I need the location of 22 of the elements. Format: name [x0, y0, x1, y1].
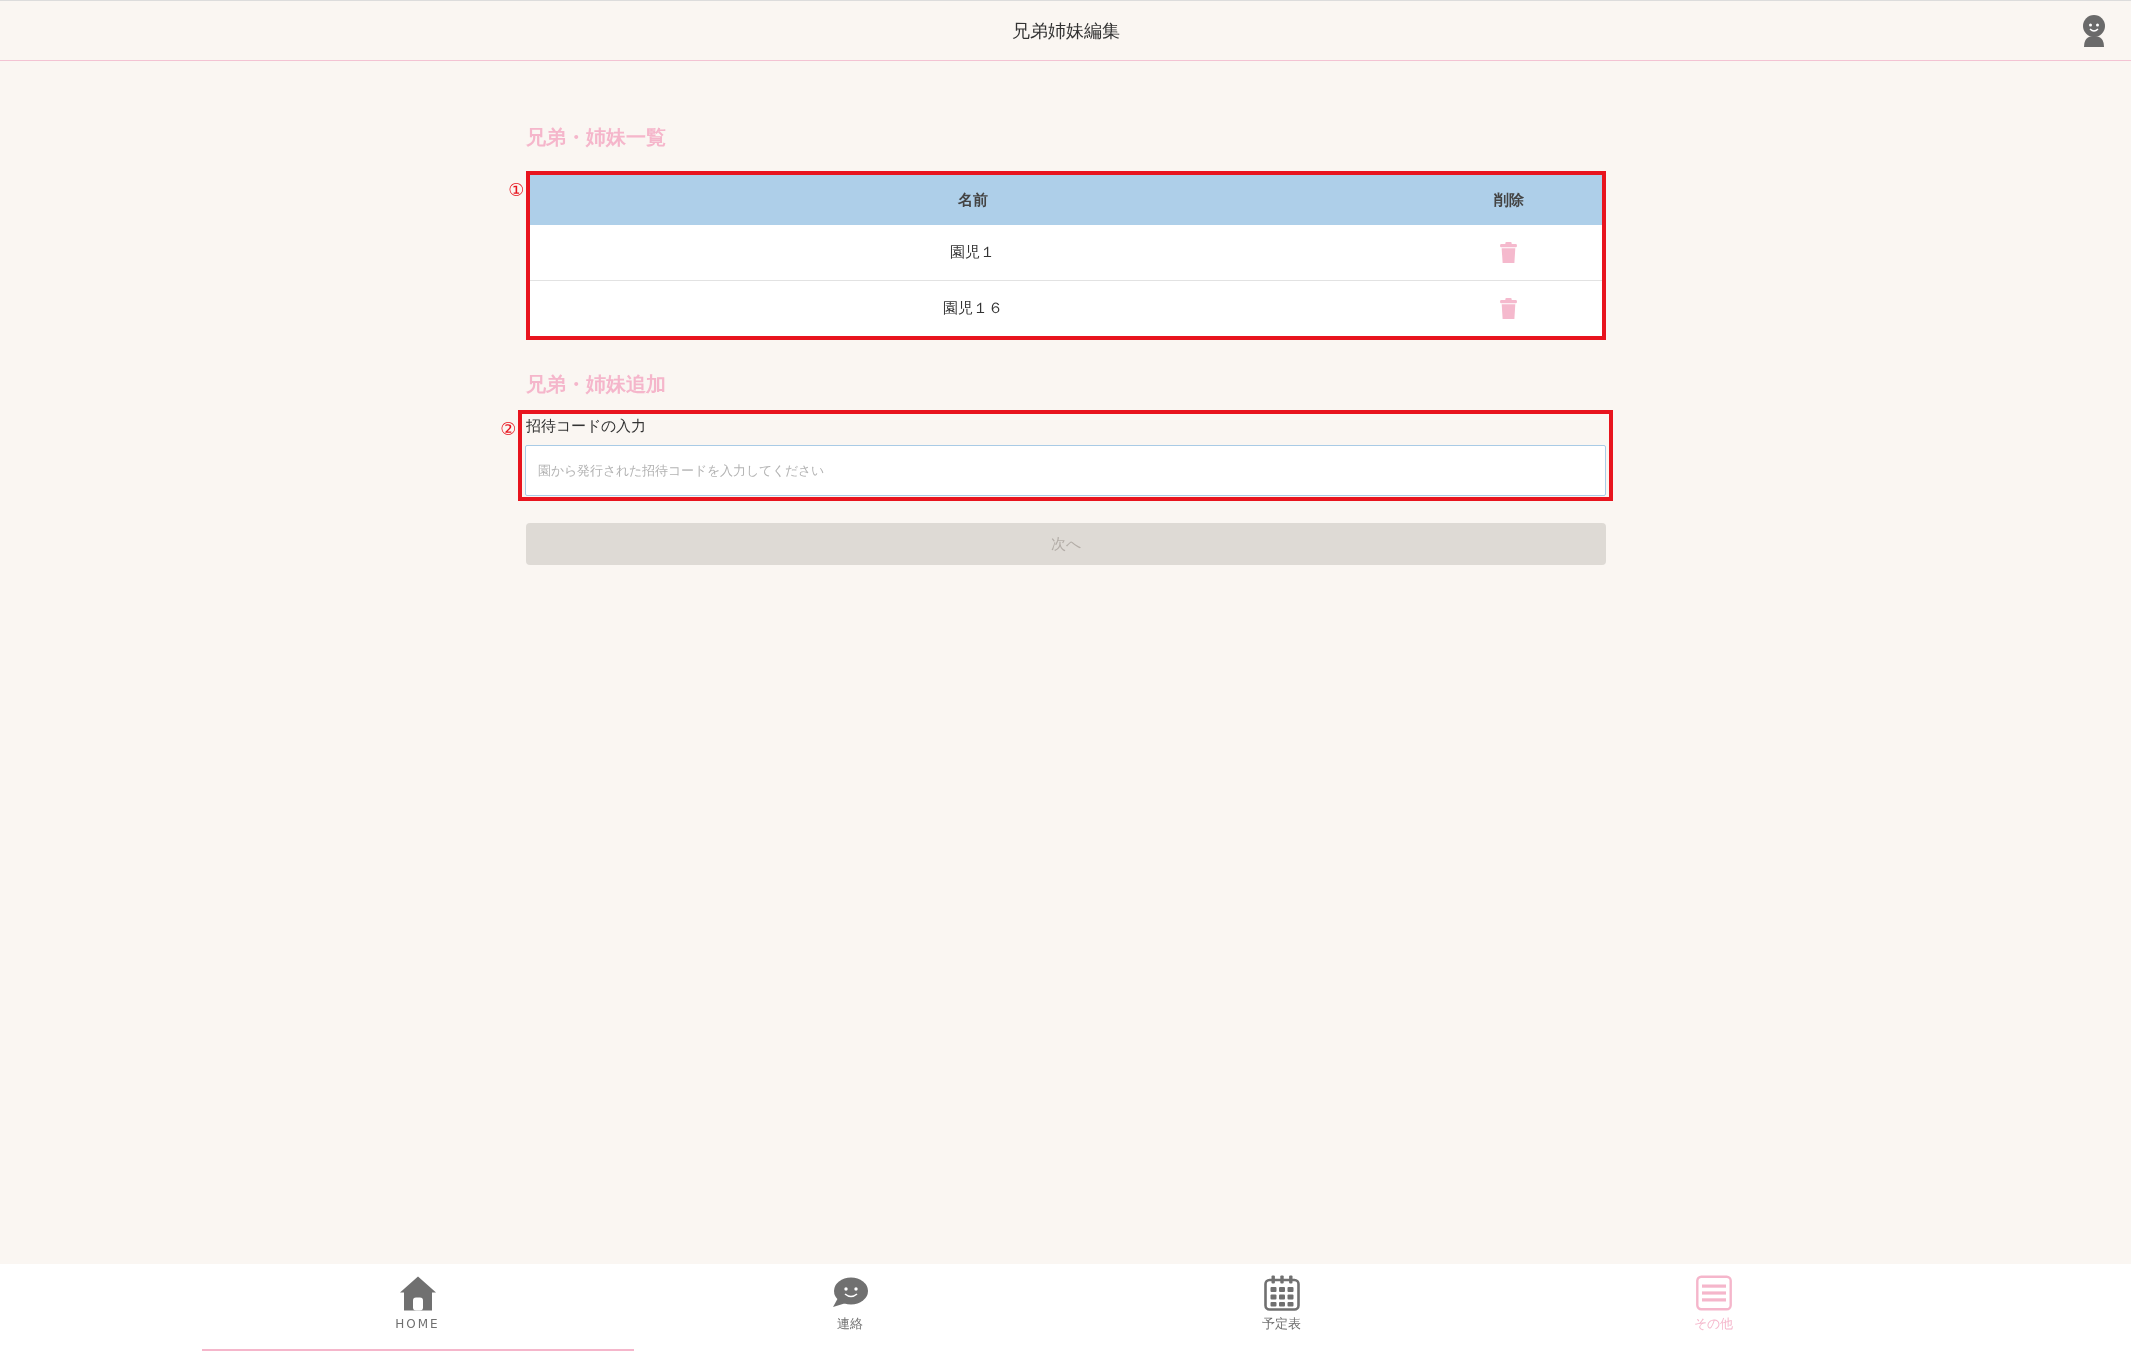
nav-tab[interactable]: HOME [201, 1264, 634, 1351]
nav-tab[interactable]: 連絡 [633, 1264, 1066, 1351]
menu-icon [1695, 1275, 1732, 1311]
column-header: 削除 [1492, 190, 1525, 211]
calendar-icon [1263, 1275, 1300, 1311]
trash-icon [1500, 298, 1517, 319]
table-cell-text: 園児１６ [941, 298, 1004, 319]
column-header: 名前 [956, 190, 989, 211]
page-title: 兄弟姉妹編集 [1011, 18, 1120, 43]
section-title: 兄弟・姉妹追加 [525, 371, 667, 398]
table-cell-text: 園児１ [949, 242, 996, 263]
user-avatar-icon[interactable] [2081, 14, 2107, 47]
invite-code-field[interactable]: 園から発行された招待コードを入力してください [524, 445, 1606, 496]
field-label: 招待コードの入力 [525, 416, 646, 436]
nav-tab[interactable]: 予定表 [1065, 1264, 1498, 1351]
annotation-number: ① [508, 179, 525, 201]
delete-button[interactable] [1498, 296, 1519, 321]
section-title: 兄弟・姉妹一覧 [525, 124, 667, 151]
annotation-number: ② [500, 418, 517, 440]
delete-button[interactable] [1498, 240, 1519, 265]
trash-icon [1500, 242, 1517, 263]
house-icon [398, 1275, 437, 1311]
